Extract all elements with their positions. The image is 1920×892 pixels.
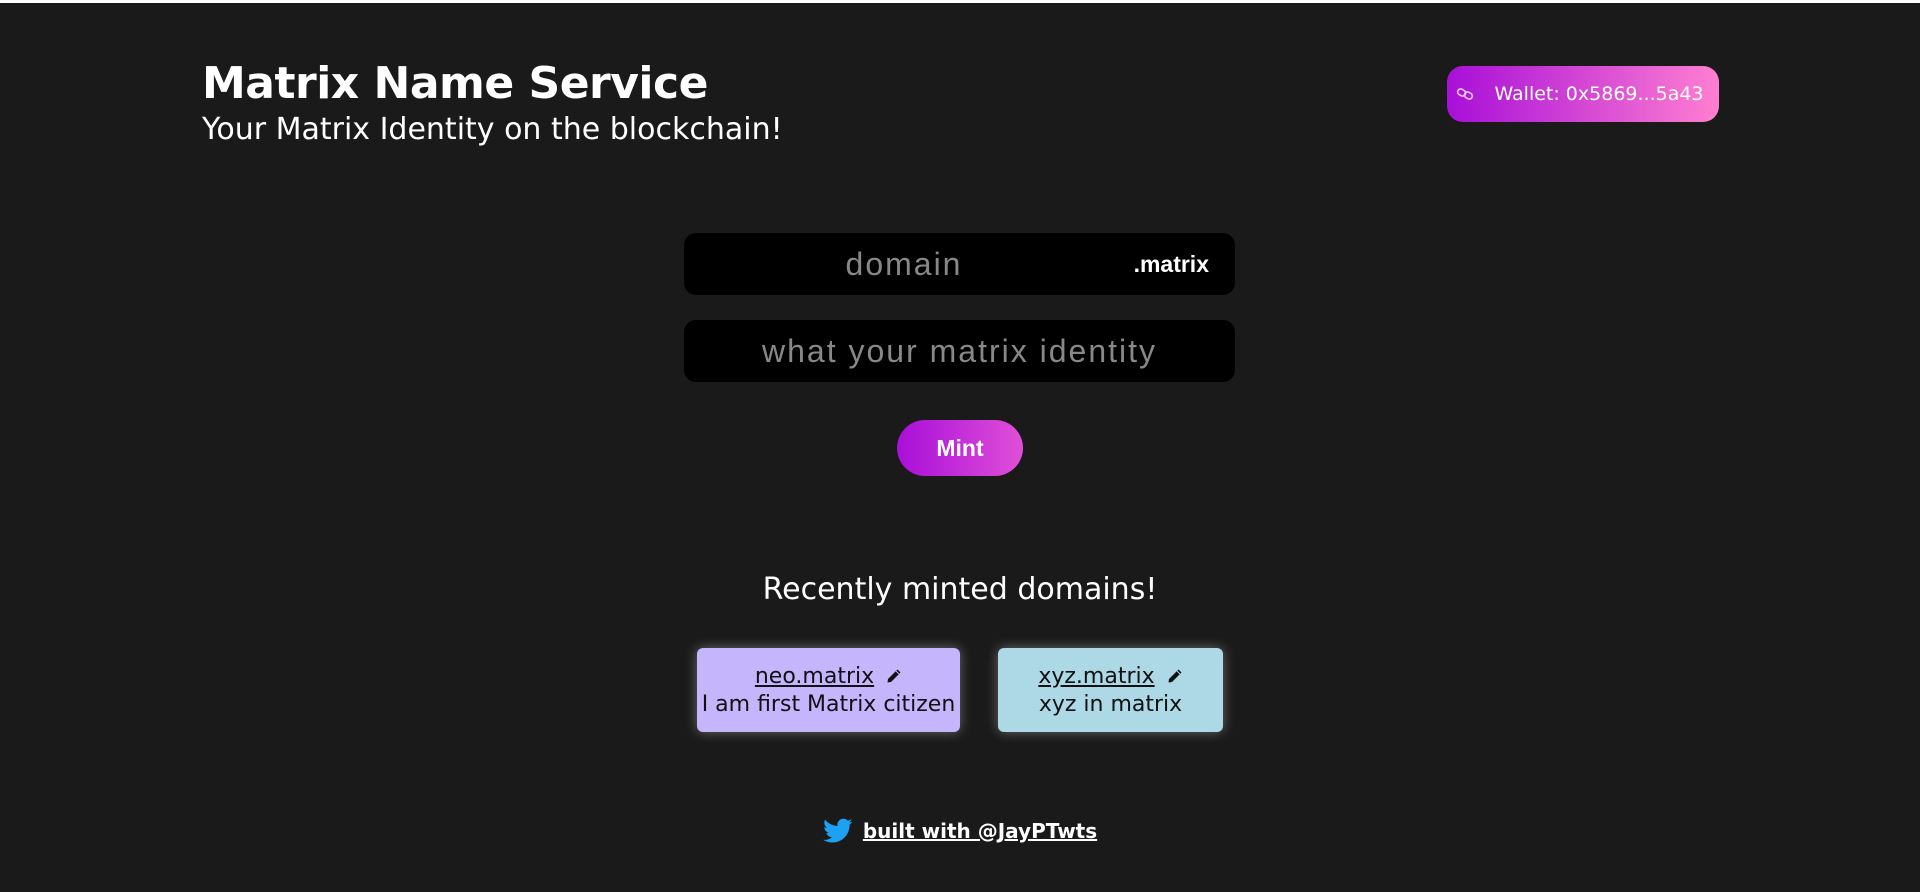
record-input[interactable] xyxy=(684,319,1235,383)
card-name-row: neo.matrix xyxy=(697,662,960,690)
wallet-address: Wallet: 0x5869...5a43 xyxy=(1494,83,1704,105)
twitter-link[interactable]: built with @JayPTwts xyxy=(863,819,1097,843)
top-border xyxy=(0,0,1920,3)
wallet-button[interactable]: Wallet: 0x5869...5a43 xyxy=(1447,66,1719,122)
domain-link[interactable]: neo.matrix xyxy=(755,664,874,689)
domain-record: xyz in matrix xyxy=(1038,692,1183,717)
twitter-icon xyxy=(822,818,853,843)
footer: built with @JayPTwts xyxy=(0,818,1920,844)
card-name-row: xyz.matrix xyxy=(998,662,1223,690)
link-icon xyxy=(1457,88,1474,100)
pencil-icon[interactable] xyxy=(886,668,902,684)
page-title: Matrix Name Service xyxy=(202,58,708,109)
recent-domains-title: Recently minted domains! xyxy=(762,572,1158,607)
domain-record: I am first Matrix citizen xyxy=(701,692,956,717)
record-field xyxy=(684,319,1235,383)
domain-card: xyz.matrix xyz in matrix xyxy=(998,648,1223,732)
domain-input[interactable] xyxy=(684,232,1126,296)
pencil-icon[interactable] xyxy=(1167,668,1183,684)
domain-field: .matrix xyxy=(684,232,1235,296)
domain-link[interactable]: xyz.matrix xyxy=(1038,664,1154,689)
tld-suffix: .matrix xyxy=(1133,251,1209,277)
mint-button[interactable]: Mint xyxy=(897,420,1023,476)
domain-card: neo.matrix I am first Matrix citizen xyxy=(697,648,960,732)
page-subtitle: Your Matrix Identity on the blockchain! xyxy=(202,112,783,147)
header: Matrix Name Service Your Matrix Identity… xyxy=(202,58,783,150)
